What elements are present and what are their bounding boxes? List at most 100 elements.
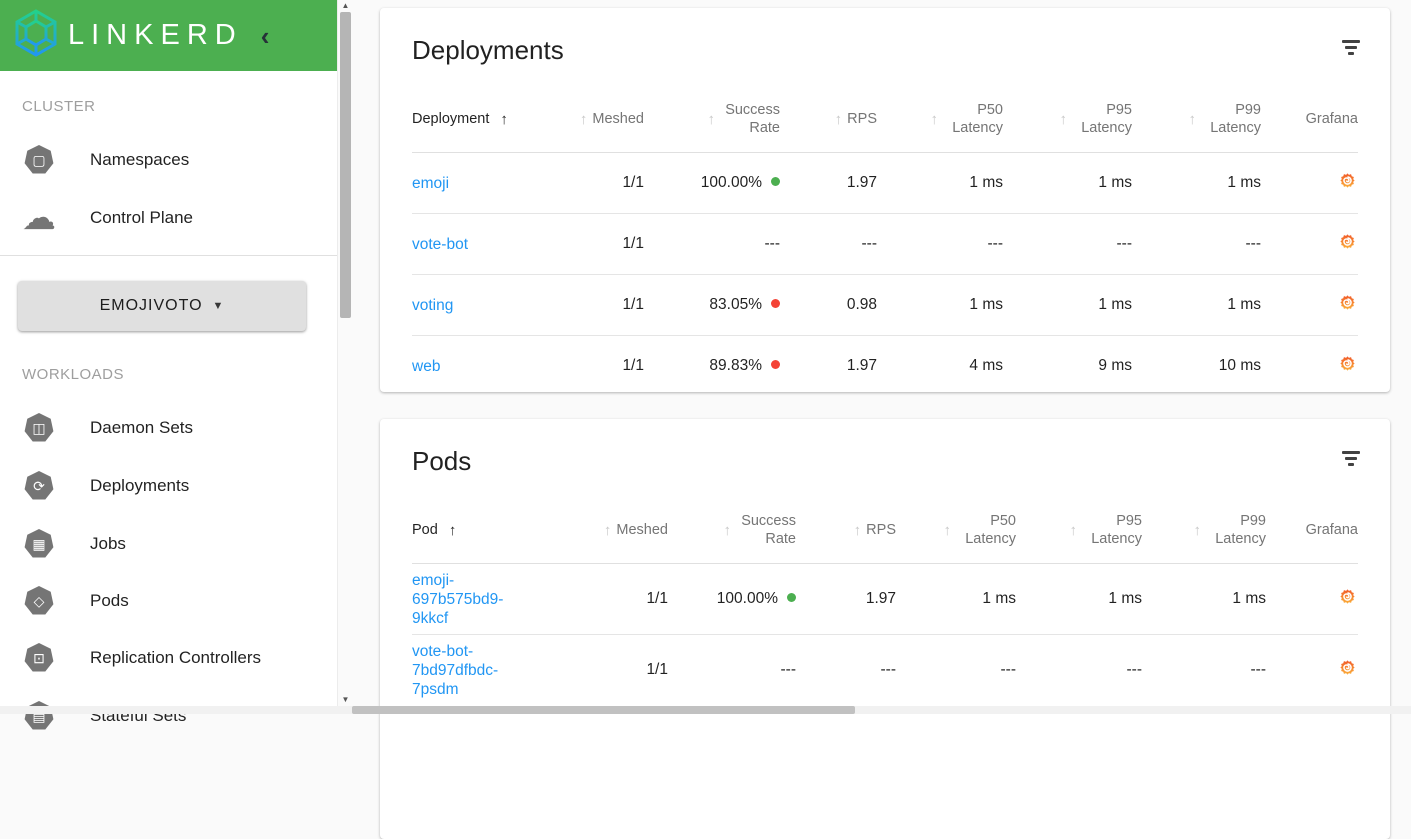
p99-value: 1 ms bbox=[1132, 152, 1261, 214]
sort-arrow-icon: ↑ bbox=[943, 521, 952, 539]
sidebar-item-label: Pods bbox=[90, 591, 129, 610]
namespace-selector-button[interactable]: EMOJIVOTO ▼ bbox=[18, 281, 306, 331]
grafana-icon[interactable] bbox=[1339, 233, 1356, 250]
deployment-link[interactable]: emoji bbox=[412, 175, 449, 192]
rps-value: 1.97 bbox=[796, 563, 896, 635]
grafana-icon[interactable] bbox=[1339, 294, 1356, 311]
sidebar-item-namespaces[interactable]: ▢ Namespaces bbox=[0, 136, 337, 184]
success-rate-value: --- bbox=[644, 213, 780, 275]
sidebar-item-jobs[interactable]: ▦ Jobs bbox=[0, 520, 337, 568]
pod-link[interactable]: vote-bot-7bd97dfbdc-7psdm bbox=[412, 643, 498, 698]
column-header-p95-latency[interactable]: ↑ P95 Latency bbox=[1016, 512, 1143, 548]
column-header-meshed[interactable]: ↑ Meshed bbox=[580, 110, 644, 128]
sidebar-item-pods[interactable]: ◇ Pods bbox=[0, 577, 337, 625]
p99-value: --- bbox=[1142, 634, 1266, 705]
sidebar-item-replication-controllers[interactable]: ⊡ Replication Controllers bbox=[0, 634, 337, 682]
pod-link[interactable]: emoji-697b575bd9-9kkcf bbox=[412, 572, 503, 627]
column-header-meshed[interactable]: ↑ Meshed bbox=[532, 521, 668, 539]
column-header-deployment[interactable]: Deployment ↑ bbox=[412, 111, 592, 128]
p99-value: 1 ms bbox=[1132, 274, 1261, 336]
sort-arrow-icon: ↑ bbox=[500, 110, 508, 128]
sidebar-item-label: Deployments bbox=[90, 476, 190, 495]
sort-arrow-icon: ↑ bbox=[1069, 521, 1078, 539]
rps-value: --- bbox=[780, 213, 877, 275]
sort-arrow-icon: ↑ bbox=[930, 110, 939, 128]
sidebar-item-daemon-sets[interactable]: ◫ Daemon Sets bbox=[0, 404, 337, 452]
column-header-p95-latency[interactable]: ↑ P95 Latency bbox=[1003, 101, 1133, 137]
cluster-section-label: CLUSTER bbox=[22, 98, 96, 115]
status-dot-bad bbox=[771, 360, 780, 369]
success-rate-value: --- bbox=[668, 634, 796, 705]
workloads-section-label: WORKLOADS bbox=[22, 366, 125, 383]
sort-arrow-icon: ↑ bbox=[707, 110, 716, 128]
jobs-icon: ▦ bbox=[24, 529, 54, 558]
meshed-value: 1/1 bbox=[592, 335, 644, 396]
column-header-p50-latency[interactable]: ↑ P50 Latency bbox=[877, 101, 1004, 137]
sort-arrow-icon: ↑ bbox=[1188, 110, 1197, 128]
scrollbar-down-arrow-icon[interactable]: ▼ bbox=[338, 694, 353, 706]
grafana-icon[interactable] bbox=[1339, 172, 1356, 189]
deployments-card-title: Deployments bbox=[412, 35, 564, 65]
p50-value: 1 ms bbox=[877, 274, 1003, 336]
p50-value: 1 ms bbox=[896, 563, 1016, 635]
column-header-p99-latency[interactable]: ↑ P99 Latency bbox=[1142, 512, 1267, 548]
sidebar-header: LINKERD ‹ bbox=[0, 0, 337, 71]
column-header-rps[interactable]: ↑ RPS bbox=[780, 110, 877, 128]
sort-arrow-icon: ↑ bbox=[853, 521, 862, 539]
column-header-p50-latency[interactable]: ↑ P50 Latency bbox=[896, 512, 1017, 548]
pods-table: Pod ↑ ↑ Meshed ↑ Success Rate ↑ RPS ↑ P5… bbox=[412, 497, 1358, 705]
filter-icon[interactable] bbox=[1342, 451, 1360, 466]
sidebar-divider bbox=[0, 255, 337, 256]
column-header-pod[interactable]: Pod ↑ bbox=[412, 522, 532, 539]
pods-icon: ◇ bbox=[24, 586, 54, 615]
column-header-success-rate[interactable]: ↑ Success Rate bbox=[668, 512, 797, 548]
horizontal-scrollbar-thumb[interactable] bbox=[352, 706, 855, 714]
p99-value: 10 ms bbox=[1132, 335, 1261, 396]
deployment-link[interactable]: voting bbox=[412, 297, 453, 314]
grafana-icon[interactable] bbox=[1339, 588, 1356, 605]
column-header-success-rate[interactable]: ↑ Success Rate bbox=[644, 101, 781, 137]
caret-down-icon: ▼ bbox=[212, 300, 225, 312]
grafana-icon[interactable] bbox=[1339, 659, 1356, 676]
p95-value: --- bbox=[1003, 213, 1132, 275]
status-dot-good bbox=[771, 177, 780, 186]
sidebar-item-deployments[interactable]: ⟳ Deployments bbox=[0, 462, 337, 510]
sidebar-scrollbar[interactable]: ▲ ▼ bbox=[337, 0, 353, 706]
pods-card-title: Pods bbox=[412, 446, 472, 476]
meshed-value: 1/1 bbox=[532, 634, 668, 705]
p95-value: 1 ms bbox=[1016, 563, 1142, 635]
sidebar-item-label: Replication Controllers bbox=[90, 648, 262, 667]
sidebar-collapse-button[interactable]: ‹ bbox=[261, 23, 270, 49]
sort-arrow-icon: ↑ bbox=[603, 521, 612, 539]
sidebar-scrollbar-thumb[interactable] bbox=[340, 12, 351, 318]
sidebar-item-label: Daemon Sets bbox=[90, 418, 193, 437]
sort-arrow-icon: ↑ bbox=[579, 110, 588, 128]
daemon-sets-icon: ◫ bbox=[24, 413, 54, 442]
rps-value: 0.98 bbox=[780, 274, 877, 336]
rps-value: 1.97 bbox=[780, 335, 877, 396]
rps-value: --- bbox=[796, 634, 896, 705]
main-content: Deployments Deployment ↑ ↑ Meshed ↑ Succ… bbox=[352, 0, 1411, 839]
table-row: vote-bot 1/1 --- --- --- --- --- bbox=[412, 213, 1358, 275]
filter-icon[interactable] bbox=[1342, 40, 1360, 55]
meshed-value: 1/1 bbox=[592, 152, 644, 214]
deployment-link[interactable]: vote-bot bbox=[412, 236, 468, 253]
table-header-row: Pod ↑ ↑ Meshed ↑ Success Rate ↑ RPS ↑ P5… bbox=[412, 497, 1358, 564]
table-row: voting 1/1 83.05% 0.98 1 ms 1 ms 1 ms bbox=[412, 274, 1358, 336]
grafana-icon[interactable] bbox=[1339, 355, 1356, 372]
sidebar-item-stateful-sets[interactable]: ▤ Stateful Sets bbox=[0, 692, 337, 740]
namespace-selector-label: EMOJIVOTO bbox=[99, 297, 203, 314]
deployment-link[interactable]: web bbox=[412, 358, 440, 375]
p95-value: 1 ms bbox=[1003, 274, 1132, 336]
scrollbar-up-arrow-icon[interactable]: ▲ bbox=[338, 0, 353, 12]
pods-card: Pods Pod ↑ ↑ Meshed ↑ Success Rate ↑ RPS… bbox=[380, 419, 1390, 839]
column-header-p99-latency[interactable]: ↑ P99 Latency bbox=[1132, 101, 1262, 137]
horizontal-scrollbar[interactable] bbox=[0, 706, 1411, 714]
sidebar-item-control-plane[interactable]: ☁ Control Plane bbox=[0, 194, 337, 242]
namespaces-icon: ▢ bbox=[24, 145, 54, 174]
deployments-card: Deployments Deployment ↑ ↑ Meshed ↑ Succ… bbox=[380, 8, 1390, 396]
p95-value: --- bbox=[1016, 634, 1142, 705]
sidebar-item-label: Jobs bbox=[90, 534, 126, 553]
column-header-grafana: Grafana bbox=[1305, 522, 1358, 538]
column-header-rps[interactable]: ↑ RPS bbox=[796, 521, 896, 539]
